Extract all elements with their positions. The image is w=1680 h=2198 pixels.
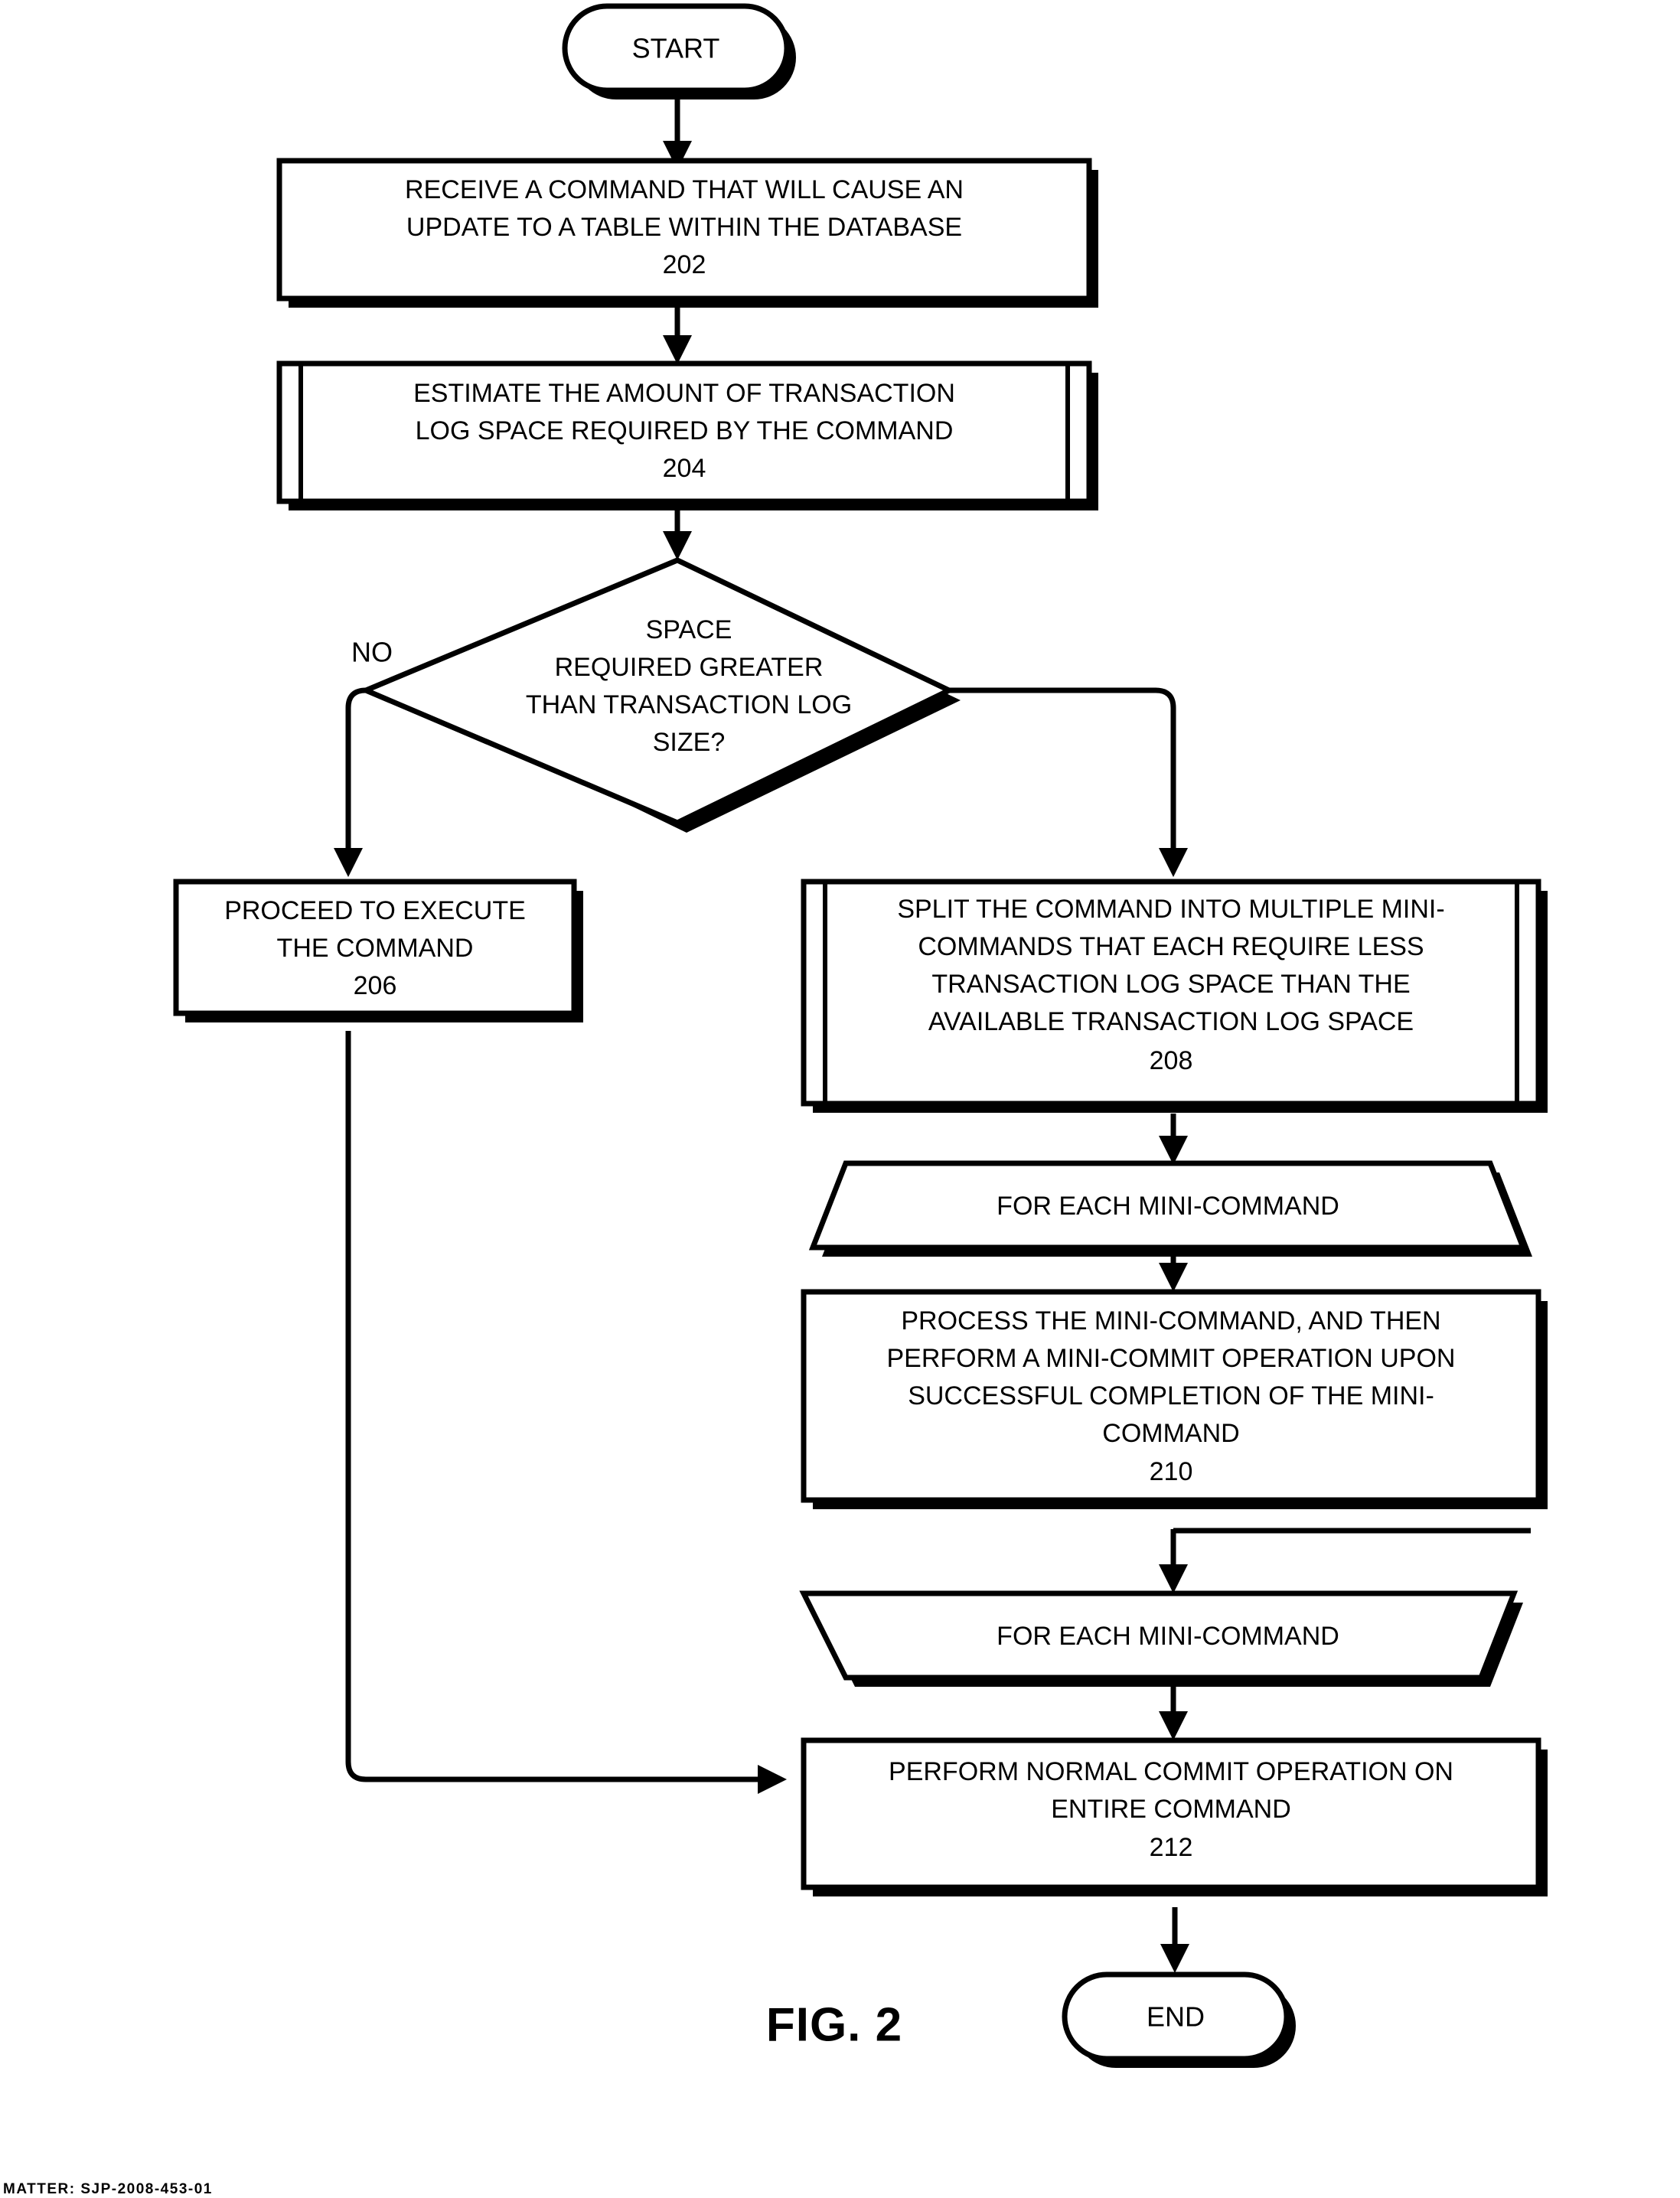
node-202-line-2: UPDATE TO A TABLE WITHIN THE DATABASE [406, 213, 962, 242]
node-204[interactable]: ESTIMATE THE AMOUNT OF TRANSACTION LOG S… [276, 360, 1098, 510]
node-206[interactable]: PROCEED TO EXECUTE THE COMMAND 206 [173, 879, 583, 1022]
node-decision-line-1: SPACE [646, 615, 732, 644]
node-decision-line-3: THAN TRANSACTION LOG [526, 690, 852, 719]
connector-202-to-204 [663, 306, 692, 364]
node-212-ref: 212 [1150, 1833, 1193, 1862]
node-202-ref: 202 [663, 250, 706, 279]
connector-210-to-loop-end [1159, 1528, 1531, 1593]
node-206-line-2: THE COMMAND [277, 934, 474, 963]
node-210-line-3: SUCCESSFUL COMPLETION OF THE MINI- [908, 1381, 1434, 1410]
node-202[interactable]: RECEIVE A COMMAND THAT WILL CAUSE AN UPD… [276, 158, 1098, 308]
node-212[interactable]: PERFORM NORMAL COMMIT OPERATION ON ENTIR… [801, 1737, 1548, 1896]
node-204-line-2: LOG SPACE REQUIRED BY THE COMMAND [416, 416, 954, 445]
node-208-line-1: SPLIT THE COMMAND INTO MULTIPLE MINI- [897, 895, 1444, 924]
node-end-label: END [1147, 2001, 1205, 2033]
node-206-ref: 206 [354, 971, 397, 1000]
node-210[interactable]: PROCESS THE MINI-COMMAND, AND THEN PERFO… [801, 1289, 1548, 1509]
connector-208-to-loop-start [1159, 1114, 1188, 1165]
node-end[interactable]: END [1062, 1971, 1296, 2068]
node-206-line-1: PROCEED TO EXECUTE [224, 896, 526, 925]
node-208-ref: 208 [1150, 1046, 1193, 1075]
node-202-line-1: RECEIVE A COMMAND THAT WILL CAUSE AN [405, 175, 964, 204]
node-start[interactable]: START [562, 3, 796, 99]
node-210-ref: 210 [1150, 1457, 1193, 1486]
node-loop-end[interactable]: FOR EACH MINI-COMMAND [799, 1590, 1523, 1687]
node-210-line-4: COMMAND [1102, 1419, 1239, 1448]
connector-204-to-decision [663, 505, 692, 560]
node-208-line-4: AVAILABLE TRANSACTION LOG SPACE [928, 1007, 1414, 1036]
connector-decision-no-to-206 [334, 687, 367, 877]
node-loop-start[interactable]: FOR EACH MINI-COMMAND [808, 1160, 1532, 1257]
edge-label-no: NO [351, 637, 393, 668]
node-decision[interactable]: SPACE REQUIRED GREATER THAN TRANSACTION … [358, 557, 961, 833]
node-loop-start-label: FOR EACH MINI-COMMAND [997, 1192, 1339, 1221]
node-212-line-2: ENTIRE COMMAND [1051, 1795, 1291, 1824]
connector-decision-yes-to-208 [949, 687, 1188, 877]
node-208-line-2: COMMANDS THAT EACH REQUIRE LESS [918, 932, 1424, 961]
node-decision-line-2: REQUIRED GREATER [555, 653, 824, 682]
connector-206-to-212 [345, 1031, 787, 1794]
footer-matter-text: MATTER: SJP-2008-453-01 [3, 2181, 213, 2197]
flowchart-diagram: START RECEIVE A COMMAND THAT WILL CAUSE … [173, 3, 1548, 2068]
node-loop-end-label: FOR EACH MINI-COMMAND [997, 1622, 1339, 1651]
connector-loop-end-to-212 [1159, 1684, 1188, 1740]
node-212-line-1: PERFORM NORMAL COMMIT OPERATION ON [889, 1757, 1453, 1786]
node-204-line-1: ESTIMATE THE AMOUNT OF TRANSACTION [413, 379, 955, 408]
node-208[interactable]: SPLIT THE COMMAND INTO MULTIPLE MINI- CO… [801, 879, 1548, 1113]
node-start-label: START [632, 33, 720, 64]
figure-root: START RECEIVE A COMMAND THAT WILL CAUSE … [0, 0, 1680, 2197]
connector-212-to-end [1160, 1907, 1189, 1973]
node-204-ref: 204 [663, 454, 706, 483]
node-210-line-2: PERFORM A MINI-COMMIT OPERATION UPON [886, 1344, 1455, 1373]
node-decision-line-4: SIZE? [653, 728, 725, 757]
figure-caption: FIG. 2 [766, 1998, 902, 2051]
node-210-line-1: PROCESS THE MINI-COMMAND, AND THEN [901, 1306, 1440, 1335]
node-208-line-3: TRANSACTION LOG SPACE THAN THE [931, 970, 1410, 999]
